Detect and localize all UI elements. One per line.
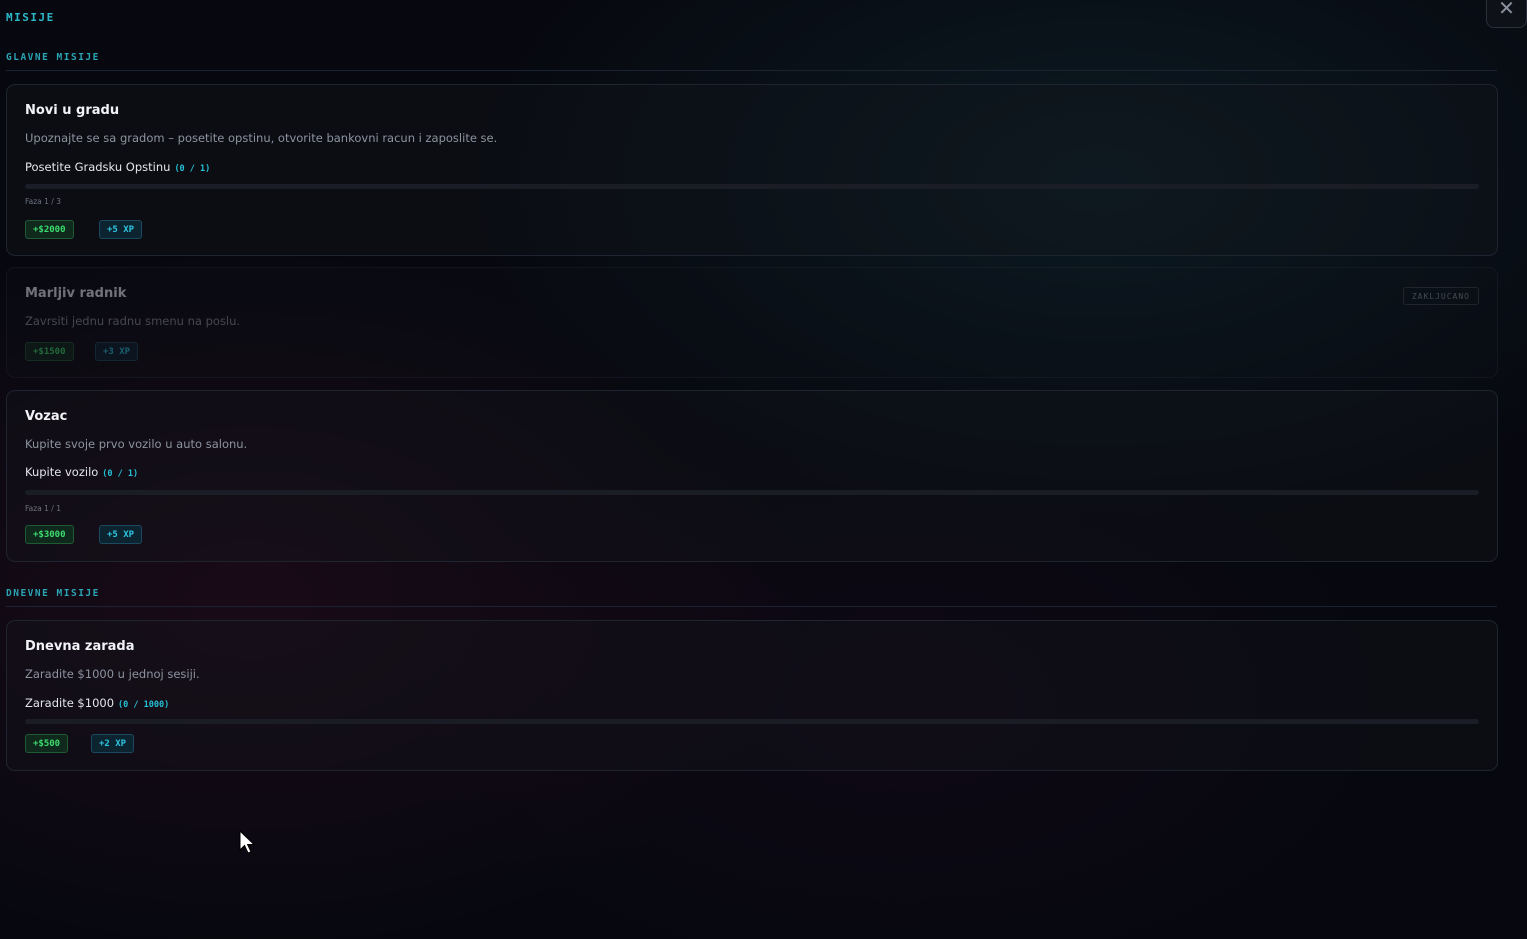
mission-title: Marljiv radnik [25,286,127,301]
mission-card-marljiv-radnik[interactable]: Marljiv radnik Zavrsiti jednu radnu smen… [6,267,1498,378]
objective-label: Kupite vozilo [25,465,99,479]
reward-xp-badge: +5 XP [99,220,143,239]
objective-count: (0 / 1000) [118,700,170,710]
objective-count: (0 / 1) [174,164,211,174]
mission-title: Dnevna zarada [25,639,135,654]
mission-description: Upoznajte se sa gradom – posetite opstin… [25,131,498,145]
reward-money-badge: +$1500 [25,342,74,361]
reward-xp-badge: +5 XP [99,525,143,544]
missions-panel: MISIJE ✕ GLAVNE MISIJE Novi u gradu Upoz… [0,0,1527,939]
mission-phase: Faza 1 / 3 [25,197,61,206]
mission-objective: Zaradite $1000 (0 / 1000) [25,696,169,710]
locked-badge: ZAKLJUCANO [1402,287,1479,305]
mission-progress-bar [25,719,1479,724]
reward-money-badge: +$2000 [25,220,74,239]
mission-title: Novi u gradu [25,103,120,118]
mission-description: Zavrsiti jednu radnu smenu na poslu. [25,314,241,328]
mission-objective: Posetite Gradsku Opstinu (0 / 1) [25,160,210,174]
mission-objective: Kupite vozilo (0 / 1) [25,465,138,479]
close-button[interactable]: ✕ [1486,0,1527,28]
mission-card-novi-u-gradu[interactable]: Novi u gradu Upoznajte se sa gradom – po… [6,84,1498,256]
mission-card-dnevna-zarada[interactable]: Dnevna zarada Zaradite $1000 u jednoj se… [6,620,1498,771]
mission-card-vozac[interactable]: Vozac Kupite svoje prvo vozilo u auto sa… [6,390,1498,562]
mission-description: Zaradite $1000 u jednoj sesiji. [25,667,200,681]
section-divider [6,70,1497,71]
page-title: MISIJE [6,11,55,24]
section-title-main: GLAVNE MISIJE [6,52,100,63]
reward-xp-badge: +2 XP [91,734,135,753]
objective-count: (0 / 1) [102,469,139,479]
mouse-cursor-icon [239,830,256,854]
mission-progress-bar [25,184,1479,189]
reward-money-badge: +$500 [25,734,69,753]
reward-money-badge: +$3000 [25,525,74,544]
mission-progress-bar [25,490,1479,495]
section-title-daily: DNEVNE MISIJE [6,588,100,599]
mission-title: Vozac [25,409,68,424]
close-icon: ✕ [1498,0,1515,20]
reward-xp-badge: +3 XP [95,342,139,361]
mission-description: Kupite svoje prvo vozilo u auto salonu. [25,437,248,451]
objective-label: Zaradite $1000 [25,696,115,710]
objective-label: Posetite Gradsku Opstinu [25,160,171,174]
section-divider [6,606,1497,607]
mission-phase: Faza 1 / 1 [25,504,61,513]
